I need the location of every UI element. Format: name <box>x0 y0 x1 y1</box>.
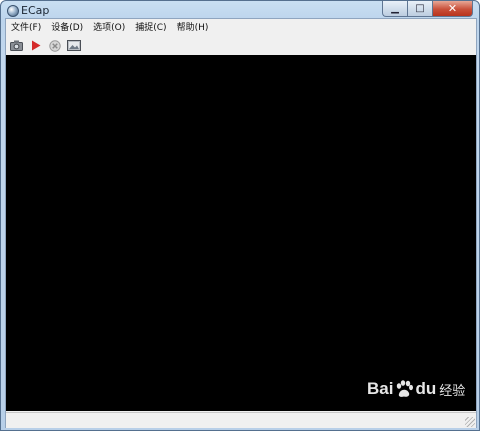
screenshot-icon <box>66 40 81 51</box>
menu-bar: 文件(F) 设备(D) 选项(O) 捕捉(C) 帮助(H) <box>6 19 476 38</box>
watermark-suffix: 经验 <box>439 383 466 399</box>
stop-button[interactable] <box>47 39 62 53</box>
screen-capture-button[interactable] <box>66 39 81 53</box>
window-controls: ▁ □ ✕ <box>382 1 473 18</box>
baidu-watermark: Bai du 经验 <box>367 379 465 399</box>
close-button[interactable]: ✕ <box>432 1 473 17</box>
start-button[interactable] <box>28 39 43 53</box>
watermark-brand-a: Bai <box>367 379 394 398</box>
close-icon: ✕ <box>447 2 458 15</box>
camera-icon <box>10 40 23 51</box>
snapshot-button[interactable] <box>9 39 24 53</box>
client-area: 文件(F) 设备(D) 选项(O) 捕捉(C) 帮助(H) <box>5 18 477 428</box>
app-window: ECap ▁ □ ✕ 文件(F) 设备(D) 选项(O) 捕捉(C) 帮助(H) <box>0 0 480 431</box>
menu-capture[interactable]: 捕捉(C) <box>130 19 171 37</box>
resize-grip[interactable] <box>465 417 475 427</box>
video-preview[interactable] <box>6 55 476 411</box>
play-icon <box>31 40 40 51</box>
app-icon[interactable] <box>7 5 19 17</box>
status-bar <box>6 412 476 428</box>
paw-icon <box>397 380 414 397</box>
window-title: ECap <box>21 4 50 17</box>
menu-device[interactable]: 设备(D) <box>46 19 88 37</box>
menu-help[interactable]: 帮助(H) <box>172 19 214 37</box>
status-text <box>6 421 10 430</box>
minimize-button[interactable]: ▁ <box>382 1 407 17</box>
minimize-icon: ▁ <box>391 2 399 14</box>
stop-icon <box>48 39 61 52</box>
menu-file[interactable]: 文件(F) <box>6 19 46 37</box>
toolbar <box>6 37 476 54</box>
maximize-icon: □ <box>415 2 425 14</box>
menu-options[interactable]: 选项(O) <box>88 19 130 37</box>
watermark-brand-b: du <box>415 379 437 398</box>
maximize-button[interactable]: □ <box>407 1 432 17</box>
